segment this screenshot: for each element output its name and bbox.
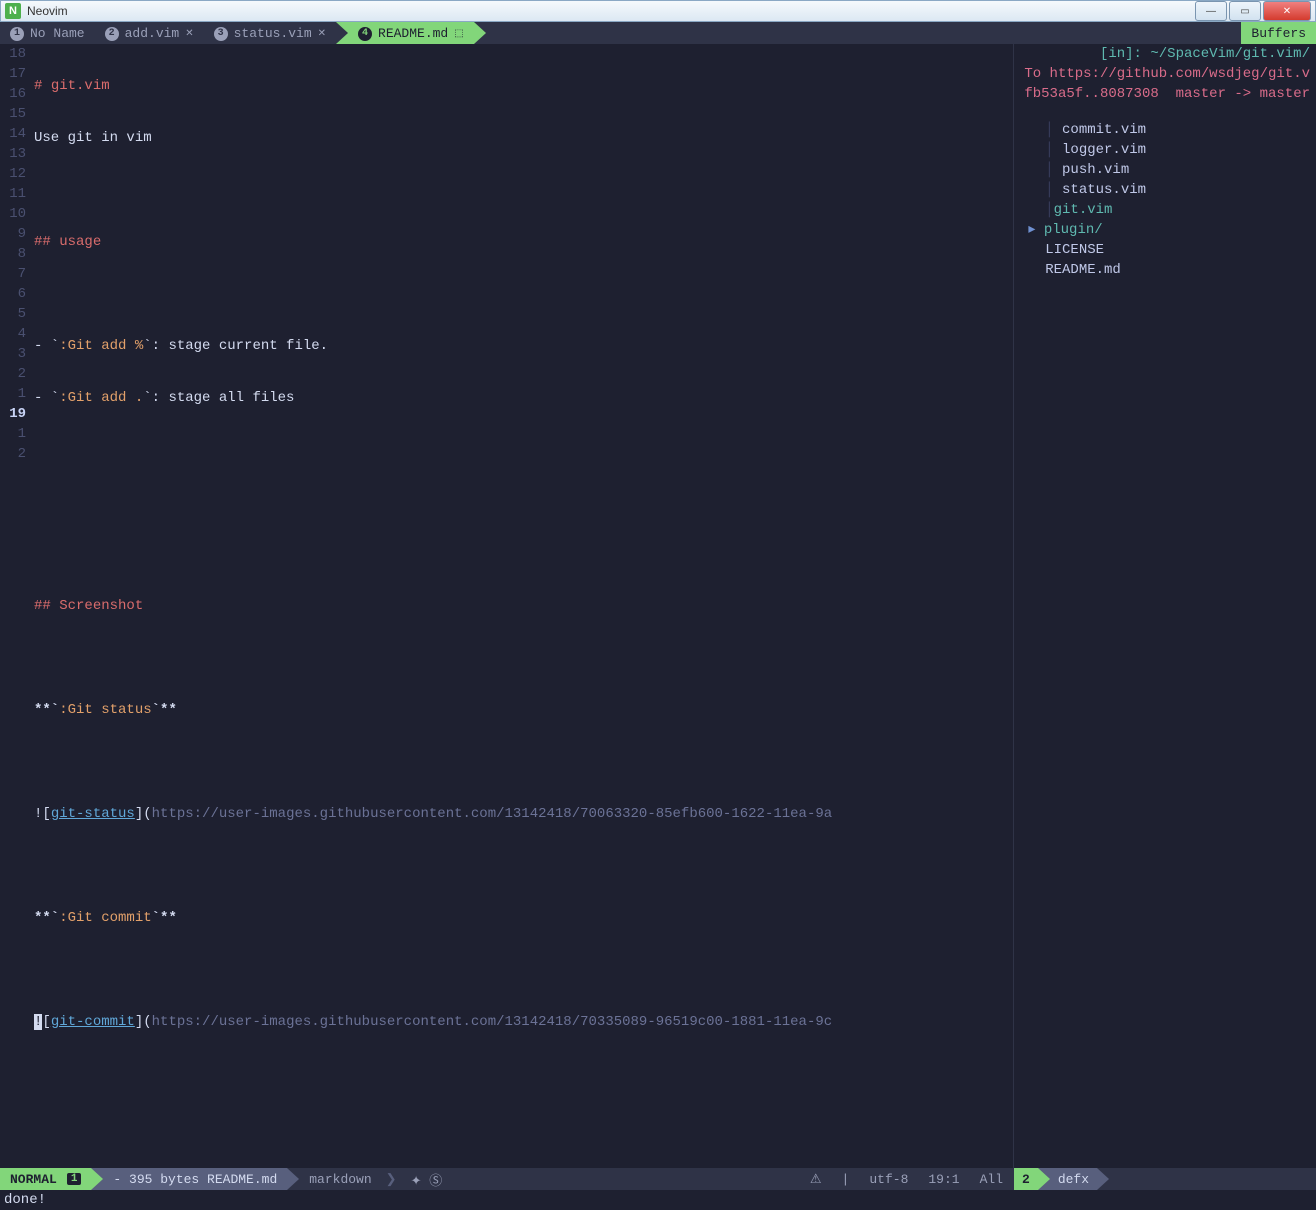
line-number-gutter: 18 17 16 15 14 13 12 11 10 9 8 7 6 5 4 3… xyxy=(0,44,34,1168)
tab-readme[interactable]: 4 README.md ⬚ xyxy=(348,22,474,44)
tab-label: README.md xyxy=(378,26,448,41)
modified-icon: ⬚ xyxy=(454,28,463,40)
git-msg-push: fb53a5f..8087308 master -> master xyxy=(1020,84,1310,104)
tab-num: 2 xyxy=(105,27,119,41)
tree-dir[interactable]: ▸ plugin/ xyxy=(1020,220,1310,240)
window-title: Neovim xyxy=(27,4,1193,18)
window-number: 1 xyxy=(67,1173,82,1185)
code-content[interactable]: # git.vim Use git in vim ## usage - `:Gi… xyxy=(34,44,1013,1168)
tab-label: No Name xyxy=(30,26,85,41)
right-statusline: 2 defx xyxy=(1014,1168,1316,1190)
tab-num: 1 xyxy=(10,27,24,41)
command-line[interactable]: done! xyxy=(0,1190,1316,1210)
close-button[interactable]: ✕ xyxy=(1263,1,1311,21)
tab-noname[interactable]: 1 No Name xyxy=(0,22,95,44)
window-number-2: 2 xyxy=(1014,1168,1038,1190)
file-info: - 395 bytes README.md xyxy=(103,1168,287,1190)
sep: | xyxy=(832,1168,860,1190)
tab-add-vim[interactable]: 2 add.vim ✕ xyxy=(95,22,204,44)
tree-file[interactable]: LICENSE xyxy=(1020,240,1310,260)
window-titlebar: N Neovim — ▭ ✕ xyxy=(0,0,1316,22)
status-icons: ✦ Ⓢ xyxy=(401,1168,453,1190)
git-msg-path: [in]: ~/SpaceVim/git.vim/ xyxy=(1020,44,1310,64)
maximize-button[interactable]: ▭ xyxy=(1229,1,1261,21)
tabline: 1 No Name 2 add.vim ✕ 3 status.vim ✕ 4 R… xyxy=(0,22,1316,44)
tab-num: 4 xyxy=(358,27,372,41)
tab-separator xyxy=(474,22,486,44)
cursor-pos: 19:1 xyxy=(918,1168,969,1190)
buffers-label: Buffers xyxy=(1241,22,1316,44)
percent: All xyxy=(970,1168,1013,1190)
encoding: utf-8 xyxy=(859,1168,918,1190)
editor-area: 18 17 16 15 14 13 12 11 10 9 8 7 6 5 4 3… xyxy=(0,44,1316,1168)
tree-file[interactable]: README.md xyxy=(1020,260,1310,280)
statusline: NORMAL 1 - 395 bytes README.md markdown … xyxy=(0,1168,1316,1190)
filetype: markdown xyxy=(299,1168,381,1190)
right-sidebar[interactable]: [in]: ~/SpaceVim/git.vim/ To https://git… xyxy=(1014,44,1316,1168)
tab-num: 3 xyxy=(214,27,228,41)
mode-indicator: NORMAL 1 xyxy=(0,1168,91,1190)
tree-file[interactable]: │git.vim xyxy=(1020,200,1310,220)
file-tree[interactable]: │ commit.vim │ logger.vim │ push.vim │ s… xyxy=(1020,120,1310,280)
tab-label: add.vim xyxy=(125,26,180,41)
minimize-button[interactable]: — xyxy=(1195,1,1227,21)
app-icon: N xyxy=(5,3,21,19)
main-editor-pane[interactable]: 18 17 16 15 14 13 12 11 10 9 8 7 6 5 4 3… xyxy=(0,44,1014,1168)
tree-file[interactable]: │ status.vim xyxy=(1020,180,1310,200)
warn-icon: ⚠ xyxy=(800,1168,832,1190)
modified-icon: ✕ xyxy=(185,28,193,40)
tree-file[interactable]: │ push.vim xyxy=(1020,160,1310,180)
tree-file[interactable]: │ commit.vim xyxy=(1020,120,1310,140)
tab-label: status.vim xyxy=(234,26,312,41)
tab-status-vim[interactable]: 3 status.vim ✕ xyxy=(204,22,336,44)
pane-name: defx xyxy=(1050,1168,1097,1190)
tab-separator xyxy=(336,22,348,44)
cursor: ! xyxy=(34,1014,42,1030)
git-msg-remote: To https://github.com/wsdjeg/git.v xyxy=(1020,64,1310,84)
modified-icon: ✕ xyxy=(318,28,326,40)
tree-file[interactable]: │ logger.vim xyxy=(1020,140,1310,160)
